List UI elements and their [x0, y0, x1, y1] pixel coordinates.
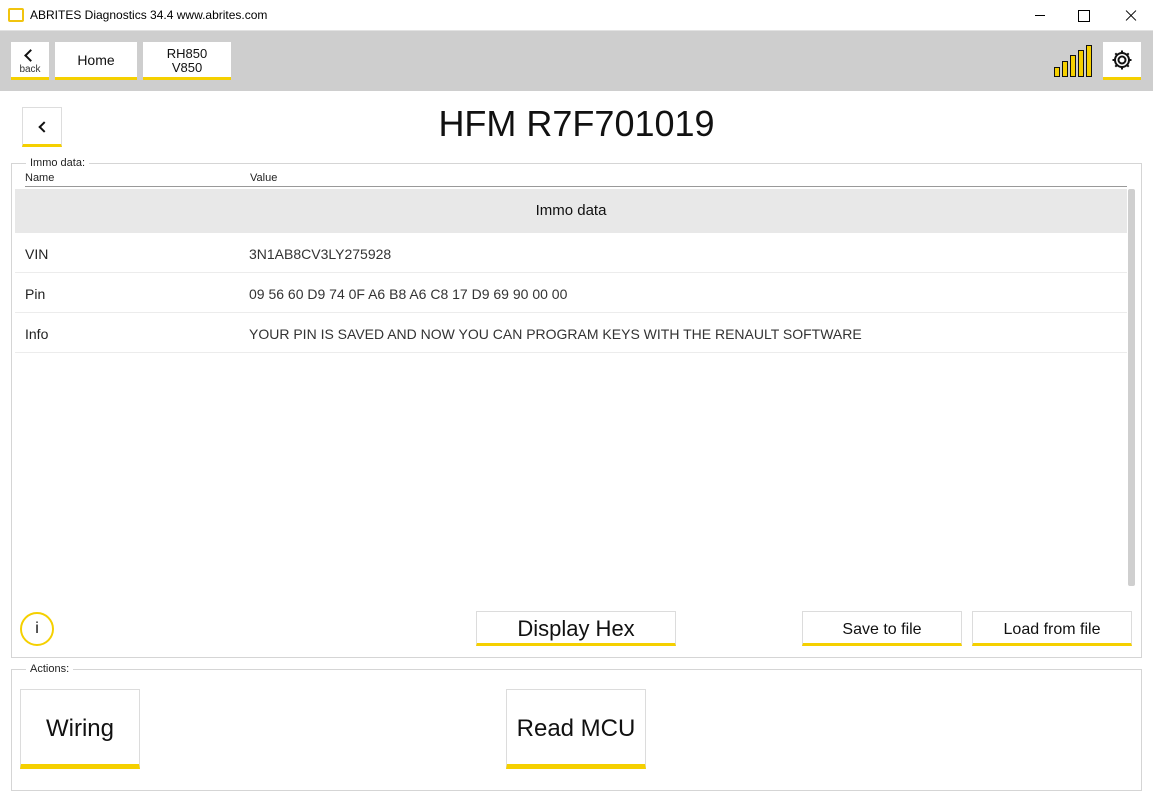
info-button[interactable]: i [20, 612, 54, 646]
page-title: HFM R7F701019 [438, 103, 715, 144]
settings-button[interactable] [1103, 42, 1141, 80]
maximize-button[interactable] [1061, 0, 1107, 31]
display-hex-button[interactable]: Display Hex [476, 611, 676, 646]
signal-bar [1078, 50, 1084, 77]
signal-bar [1054, 67, 1060, 77]
row-name: VIN [25, 246, 49, 262]
close-button[interactable] [1107, 0, 1153, 31]
column-header-name: Name [25, 172, 55, 184]
window-titlebar: ABRITES Diagnostics 34.4 www.abrites.com [0, 0, 1153, 31]
model-button[interactable]: RH850 V850 [143, 42, 231, 80]
signal-bar [1070, 55, 1076, 77]
minimize-button[interactable] [1017, 0, 1063, 31]
load-from-file-button[interactable]: Load from file [972, 611, 1132, 646]
model-line-1: RH850 [166, 46, 208, 61]
model-line-2: V850 [171, 60, 203, 75]
wiring-button[interactable]: Wiring [20, 689, 140, 769]
top-toolbar: back Home RH850 V850 [0, 31, 1153, 91]
column-header-value: Value [250, 172, 278, 184]
row-value: YOUR PIN IS SAVED AND NOW YOU CAN PROGRA… [249, 326, 862, 342]
chevron-left-icon [24, 49, 37, 62]
row-name: Info [25, 326, 49, 342]
section-header-immo-data: Immo data [15, 189, 1127, 233]
row-name: Pin [25, 286, 46, 302]
table-row[interactable]: Info YOUR PIN IS SAVED AND NOW YOU CAN P… [15, 313, 1127, 353]
read-mcu-button[interactable]: Read MCU [506, 689, 646, 769]
table-row[interactable]: VIN 3N1AB8CV3LY275928 [15, 233, 1127, 273]
vertical-scrollbar[interactable] [1128, 189, 1135, 586]
actions-legend: Actions: [26, 663, 74, 675]
save-to-file-button[interactable]: Save to file [802, 611, 962, 646]
window-title: ABRITES Diagnostics 34.4 www.abrites.com [30, 8, 268, 22]
back-label: back [19, 64, 41, 75]
signal-bar [1062, 61, 1068, 77]
back-button[interactable]: back [11, 42, 49, 80]
gear-icon [1112, 50, 1132, 70]
row-value: 09 56 60 D9 74 0F A6 B8 A6 C8 17 D9 69 9… [249, 286, 568, 302]
signal-strength-icon [1054, 45, 1092, 77]
table-row[interactable]: Pin 09 56 60 D9 74 0F A6 B8 A6 C8 17 D9 … [15, 273, 1127, 313]
signal-bar [1086, 45, 1092, 77]
abrites-logo-icon [8, 8, 24, 22]
home-button[interactable]: Home [55, 42, 137, 80]
row-value: 3N1AB8CV3LY275928 [249, 246, 392, 262]
immo-data-legend: Immo data: [26, 157, 90, 169]
header-divider [25, 186, 1127, 187]
